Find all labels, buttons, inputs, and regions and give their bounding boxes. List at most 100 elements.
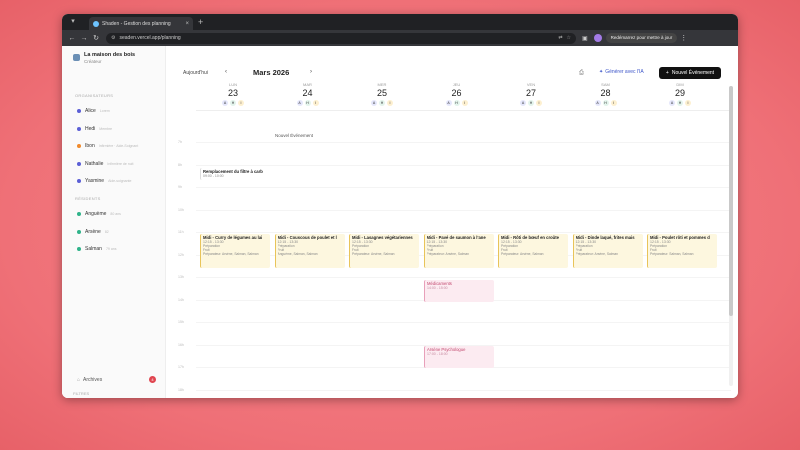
meal-indicator[interactable]: H [677,100,683,106]
day-header[interactable]: DIM 29 A H I [643,82,717,106]
meal-indicator[interactable]: A [669,100,675,106]
resident-name: Arsène [85,228,101,235]
new-event-label: Nouvel Événement [671,70,715,76]
day-header[interactable]: MER 25 A H I [345,82,419,106]
organizer-name: Hedi [85,125,96,132]
meal-indicator[interactable]: A [594,100,601,106]
meal-indicator[interactable]: H [602,100,609,106]
meal-indicator[interactable]: A [520,100,526,106]
bookmark-star-icon[interactable]: ☆ [567,35,571,41]
resident-item[interactable]: Anguème 80 ans [77,211,157,217]
resident-item[interactable]: Arsène 82 [77,229,157,235]
meal-indicator[interactable]: I [536,100,542,106]
meal-indicator[interactable]: H [379,100,385,106]
event-psychologue[interactable]: Arsène Psychologue 17:00 - 18:00 [424,346,494,368]
event-lunch[interactable]: Midi - Curry de légumes au lai 12:15 - 13… [200,234,270,268]
day-name: LUN [228,82,237,87]
forward-icon[interactable]: → [78,35,90,42]
meal-indicators: AHI [643,100,717,106]
brand[interactable]: La maison des bois Créateur [73,52,135,64]
new-event-placeholder[interactable]: Nouvel Événement [275,133,313,138]
tab-title: Shaden - Gestion des planning [102,20,171,27]
month-title: Mars 2026 [253,68,290,77]
day-header[interactable]: SAM 28 A H I [569,82,643,106]
meal-indicator[interactable]: I [387,100,393,106]
hour-gridline [196,389,731,391]
event-lunch[interactable]: Midi - Pavé de saumon à l'ane 12:15 - 13:… [423,234,494,268]
meal-indicator[interactable]: I [685,100,691,106]
resident-item[interactable]: Salman 79 ans [77,246,157,252]
next-week-icon[interactable]: › [310,69,312,75]
brand-name: La maison des bois [84,52,136,58]
organizers-section-label: ORGANISATEURS [75,93,114,98]
print-icon[interactable]: ⎙ [579,70,584,77]
event-filter-replacement[interactable]: Remplacement du filtre à carb 09:00 - 10… [200,168,268,180]
event-preparers: Anguème, Salman, Salman [277,252,318,256]
day-number: 25 [376,88,387,98]
time-label: 8h [178,162,182,167]
meal-indicators: AHI [345,100,419,106]
organizer-item[interactable]: Yasmine Aide-soignante [77,178,157,184]
tab-close-icon[interactable]: × [185,21,189,27]
day-name: JEU [452,82,461,87]
meal-indicators: AHI [196,100,270,106]
event-medicaments[interactable]: Médicaments 14:00 - 15:00 [424,280,494,302]
organizer-item[interactable]: Alice Lorem [77,108,157,114]
generate-ai-button[interactable]: ✦ Générer avec l'IA [599,69,644,75]
day-number: 24 [302,88,313,98]
calendar-scrollbar[interactable] [729,86,733,386]
meal-indicator[interactable]: H [230,100,236,106]
day-header[interactable]: MAR 24 A H I [271,82,345,106]
url-field[interactable]: ⚙ seaden.vercel.app/planning ⇄ ☆ [106,32,576,44]
meal-indicator[interactable]: H [453,100,460,106]
browser-menu-icon[interactable]: ⋮ [680,34,687,42]
event-time: 17:00 - 18:00 [427,352,448,356]
resident-role: 79 ans [105,247,117,251]
site-info-icon[interactable]: ⚙ [111,35,115,41]
hour-gridline [196,232,731,233]
today-button[interactable]: Aujourd'hui [183,70,208,76]
day-header[interactable]: LUN 23 A H I [196,82,270,106]
meal-indicator[interactable]: I [610,100,617,106]
scrollbar-thumb[interactable] [729,86,733,316]
organizer-role: Aide-soignante [108,179,132,183]
meal-indicator[interactable]: I [312,100,319,106]
time-label: 15h [178,320,184,324]
day-header[interactable]: JEU 26 A H I [420,82,494,106]
archives-item[interactable]: ⌂ Archives 4 [77,376,157,383]
translate-icon[interactable]: ⇄ [558,35,562,41]
hour-gridline [196,187,731,188]
resident-role: 80 ans [110,212,121,216]
meal-indicator[interactable]: I [461,100,468,106]
new-tab-icon[interactable]: + [198,17,203,27]
event-lunch[interactable]: Midi - Couscous de poulet et l 12:15 - 13… [274,234,345,268]
event-lunch[interactable]: Midi - Rôti de bœuf en croûte 12:15 - 13:… [498,234,568,268]
day-header[interactable]: VEN 27 A H I [494,82,568,106]
extensions-icon[interactable]: ▣ [582,35,588,42]
organizer-item[interactable]: Ibon Infirmière · Aide-Soignant [77,143,157,149]
prev-week-icon[interactable]: ‹ [225,69,227,75]
meal-indicator[interactable]: A [445,100,452,106]
organizer-item[interactable]: Nathalie Infirmière de nuit [77,161,157,167]
color-dot [77,161,81,166]
event-lunch[interactable]: Midi - Lasagnes végétariennes 12:15 - 13:… [349,234,419,268]
time-label: 18h [178,387,184,392]
tab-search-icon[interactable]: ▾ [67,17,79,27]
new-event-button[interactable]: + Nouvel Événement [659,67,721,79]
reload-icon[interactable]: ↻ [90,34,102,42]
meal-indicator[interactable]: H [304,100,311,106]
meal-indicator[interactable]: A [222,100,228,106]
browser-tab[interactable]: Shaden - Gestion des planning × [89,17,193,30]
profile-avatar[interactable] [593,34,602,42]
meal-indicator[interactable]: A [296,100,303,106]
organizer-item[interactable]: Hedi Membre [77,126,157,132]
event-lunch[interactable]: Midi - Poulet rôti et pommes d 12:15 - 13… [647,234,717,268]
event-lunch[interactable]: Midi - Dinde laqué, frites mais 12:15 - 1… [572,234,643,268]
relaunch-button[interactable]: Redémarrez pour mettre à jour [605,33,678,43]
meal-indicator[interactable]: A [371,100,377,106]
filters-label[interactable]: FILTRES [73,391,89,396]
meal-indicator[interactable]: I [238,100,244,106]
meal-indicator[interactable]: H [528,100,534,106]
back-icon[interactable]: ← [66,35,78,42]
hour-gridline [196,164,731,166]
